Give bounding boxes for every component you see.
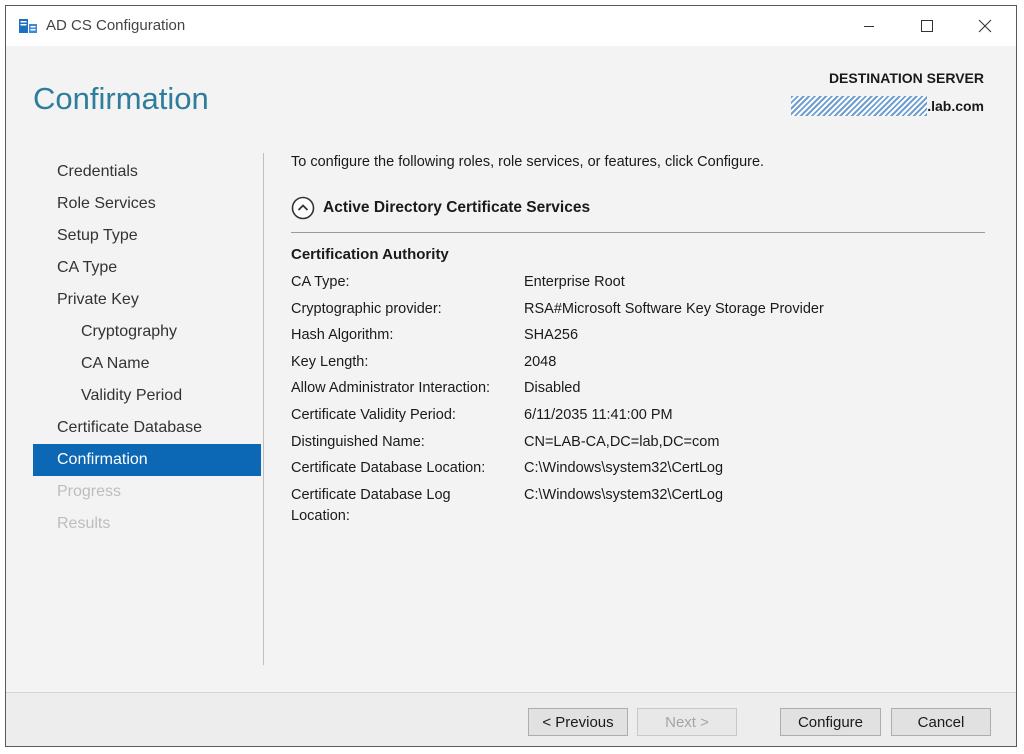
property-value: C:\Windows\system32\CertLog	[524, 460, 724, 477]
destination-server-name: .lab.com	[791, 96, 984, 116]
property-label: Certificate Validity Period:	[291, 406, 456, 423]
property-row: Allow Administrator Interaction: Disable…	[291, 378, 991, 399]
configure-button[interactable]: Configure	[780, 708, 881, 736]
property-label: Hash Algorithm:	[291, 327, 394, 344]
destination-server-label: DESTINATION SERVER	[828, 70, 984, 86]
property-row: Certificate Validity Period: 6/11/2035 1…	[291, 405, 991, 426]
property-row: Hash Algorithm: SHA256	[291, 325, 991, 346]
sidebar-item-credentials[interactable]: Credentials	[33, 156, 261, 188]
sidebar-item-progress: Progress	[57, 483, 122, 500]
destination-server-suffix: .lab.com	[927, 98, 984, 114]
property-row: CA Type: Enterprise Root	[291, 272, 991, 293]
sidebar-item-validity-period[interactable]: Validity Period	[33, 380, 261, 412]
section-header[interactable]: Active Directory Certificate Services	[291, 196, 590, 220]
sidebar-divider	[263, 153, 264, 665]
sidebar-item-setup-type[interactable]: Setup Type	[33, 220, 261, 252]
property-value: 6/11/2035 11:41:00 PM	[524, 406, 673, 423]
page-title: Confirmation	[33, 81, 209, 116]
property-value: 2048	[524, 353, 557, 370]
intro-text: To configure the following roles, role s…	[291, 154, 765, 170]
wizard-steps-sidebar: Credentials Role Services Setup Type CA …	[33, 156, 261, 540]
property-row: Certificate Database Log Location: C:\Wi…	[291, 485, 991, 527]
property-value: Enterprise Root	[524, 274, 625, 290]
property-label: Certificate Database Location:	[291, 460, 486, 477]
sidebar-item-ca-name[interactable]: CA Name	[33, 348, 261, 380]
sidebar-item-ca-type[interactable]: CA Type	[33, 252, 261, 284]
cancel-button[interactable]: Cancel	[891, 708, 991, 736]
confirmation-content: To configure the following roles, role s…	[291, 154, 991, 524]
sidebar-item-confirmation[interactable]: Confirmation	[33, 444, 261, 476]
property-row: Cryptographic provider: RSA#Microsoft So…	[291, 299, 991, 320]
previous-button[interactable]: < Previous	[528, 708, 628, 736]
wizard-footer: < Previous Next > Configure Cancel	[6, 693, 1016, 746]
property-label: Distinguished Name:	[291, 433, 425, 450]
property-row: Certificate Database Location: C:\Window…	[291, 458, 991, 479]
close-button[interactable]	[962, 6, 1008, 46]
property-value: RSA#Microsoft Software Key Storage Provi…	[524, 300, 824, 317]
chevron-up-circle-icon[interactable]	[291, 196, 315, 220]
property-label: CA Type:	[291, 274, 350, 290]
sidebar-item-results: Results	[57, 515, 111, 532]
close-icon	[978, 19, 992, 33]
maximize-icon	[921, 20, 933, 32]
sidebar-item-certificate-database[interactable]: Certificate Database	[33, 412, 261, 444]
subsection-title: Certification Authority	[291, 246, 449, 263]
server-manager-icon	[18, 16, 38, 36]
sidebar-item-private-key[interactable]: Private Key	[33, 284, 261, 316]
minimize-icon	[864, 26, 874, 27]
property-value: C:\Windows\system32\CertLog	[524, 486, 724, 503]
window-title: AD CS Configuration	[46, 17, 186, 34]
next-button[interactable]: Next >	[637, 708, 737, 736]
property-value: SHA256	[524, 327, 579, 344]
properties-list: CA Type: Enterprise Root Cryptographic p…	[291, 272, 991, 532]
property-label: Key Length:	[291, 353, 369, 370]
property-row: Distinguished Name: CN=LAB-CA,DC=lab,DC=…	[291, 432, 991, 453]
property-value: Disabled	[524, 380, 581, 397]
redacted-hostname	[791, 96, 928, 116]
maximize-button[interactable]	[904, 6, 950, 46]
sidebar-item-role-services[interactable]: Role Services	[33, 188, 261, 220]
property-label: Certificate Database Log Location:	[291, 486, 451, 524]
property-value: CN=LAB-CA,DC=lab,DC=com	[524, 433, 720, 450]
ad-cs-configuration-window: AD CS Configuration Confirmation DESTINA…	[5, 5, 1017, 747]
property-label: Cryptographic provider:	[291, 300, 442, 317]
section-title: Active Directory Certificate Services	[323, 199, 591, 216]
property-label: Allow Administrator Interaction:	[291, 380, 491, 397]
property-row: Key Length: 2048	[291, 352, 991, 373]
title-bar[interactable]: AD CS Configuration	[6, 6, 1016, 46]
minimize-button[interactable]	[846, 6, 892, 46]
sidebar-item-cryptography[interactable]: Cryptography	[33, 316, 261, 348]
section-divider	[291, 232, 985, 233]
